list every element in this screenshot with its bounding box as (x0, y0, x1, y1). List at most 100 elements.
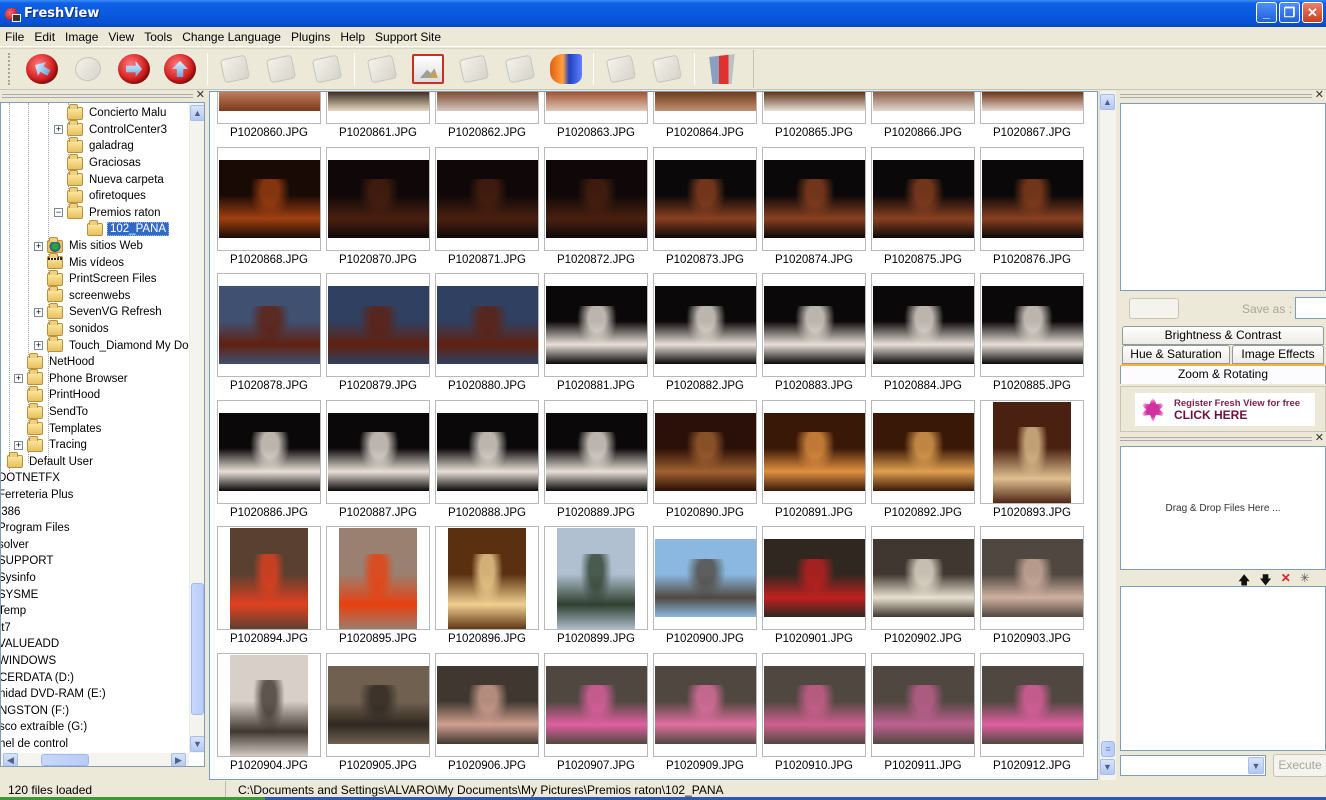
thumbnail-item[interactable]: P1020891.JPG (762, 399, 866, 526)
thumbnail-item[interactable]: P1020865.JPG (762, 92, 866, 146)
scroll-up-button[interactable]: ▲ (1100, 94, 1115, 110)
menu-image[interactable]: Image (60, 27, 103, 47)
thumbnail-frame[interactable] (326, 273, 430, 377)
thumbnail-frame[interactable] (653, 652, 757, 757)
tree-item[interactable]: Mis vídeos (47, 253, 126, 271)
thumbnail-item[interactable]: P1020886.JPG (217, 399, 321, 526)
thumbnail-frame[interactable] (544, 146, 648, 251)
move-to-folder-button[interactable] (451, 50, 497, 88)
thumbnail-item[interactable]: P1020884.JPG (871, 273, 975, 399)
tree-item[interactable]: Temp (1, 603, 28, 620)
menu-file[interactable]: File (0, 27, 29, 47)
register-banner[interactable]: Register Fresh View for free CLICK HERE (1120, 386, 1326, 432)
tree-item[interactable]: Default User (7, 452, 95, 471)
tree-item[interactable]: Program Files (1, 520, 72, 537)
tree-item[interactable]: + ControlCenter3 (54, 120, 169, 139)
tree-item[interactable]: + Mis sitios Web (34, 236, 145, 255)
thumbnail-frame[interactable] (762, 652, 866, 757)
thumbnail-item[interactable]: P1020904.JPG (217, 652, 321, 779)
thumbnail-item[interactable]: P1020906.JPG (435, 652, 539, 779)
thumbnail-frame[interactable] (653, 92, 757, 124)
file-queue-list[interactable] (1120, 586, 1326, 751)
close-panel-icon[interactable]: ✕ (1315, 88, 1324, 101)
thumbnail-frame[interactable] (217, 652, 321, 757)
action-select[interactable]: ▼ (1120, 755, 1266, 776)
invert-selection-button[interactable] (644, 50, 690, 88)
tree-item[interactable]: sco extraíble (G:) (1, 719, 89, 736)
tree-item[interactable]: screenwebs (47, 286, 132, 305)
thumbnail-item[interactable]: P1020894.JPG (217, 526, 321, 652)
tab-hue-saturation[interactable]: Hue & Saturation (1122, 345, 1230, 364)
thumbnail-item[interactable]: P1020864.JPG (653, 92, 757, 146)
thumbnail-item[interactable]: P1020899.JPG (544, 526, 648, 652)
thumbnail-item[interactable]: P1020889.JPG (544, 399, 648, 526)
back-button[interactable] (19, 50, 65, 88)
refresh-button[interactable] (111, 50, 157, 88)
thumbnail-frame[interactable] (544, 526, 648, 630)
thumbnail-frame[interactable] (980, 273, 1084, 377)
thumbnail-frame[interactable] (326, 92, 430, 124)
thumbnail-frame[interactable] (653, 146, 757, 251)
thumbnail-frame[interactable] (435, 652, 539, 757)
thumbnail-item[interactable]: P1020890.JPG (653, 399, 757, 526)
thumbnail-frame[interactable] (762, 526, 866, 630)
thumbnail-frame[interactable] (762, 92, 866, 124)
thumbnail-item[interactable]: P1020900.JPG (653, 526, 757, 652)
tree-item[interactable]: NetHood (27, 352, 96, 371)
menu-edit[interactable]: Edit (29, 27, 60, 47)
thumbnail-item[interactable]: P1020885.JPG (980, 273, 1084, 399)
tree-item[interactable]: sonidos (47, 319, 111, 338)
toolbar-grip[interactable] (8, 53, 11, 85)
thumbnail-item[interactable]: P1020876.JPG (980, 146, 1084, 273)
thumbnail-vertical-scrollbar[interactable]: ▲ ≡ ▼ (1099, 91, 1116, 780)
tree-item[interactable]: + Phone Browser (14, 369, 130, 388)
tree-item[interactable]: tt7 (1, 620, 13, 637)
thumbnail-frame[interactable] (871, 526, 975, 630)
tree-item[interactable]: + SevenVG Refresh (34, 302, 164, 321)
paste-button[interactable] (304, 50, 350, 88)
thumbnail-frame[interactable] (980, 399, 1084, 504)
menu-change-language[interactable]: Change Language (177, 27, 286, 47)
execute-button[interactable]: Execute (1273, 754, 1326, 777)
slideshow-button[interactable] (405, 50, 451, 88)
tree-item[interactable]: SYSME (1, 586, 40, 603)
expand-icon[interactable]: + (34, 241, 43, 251)
delete-button[interactable] (359, 50, 405, 88)
thumbnail-item[interactable]: P1020862.JPG (435, 92, 539, 146)
thumbnail-item[interactable]: P1020892.JPG (871, 399, 975, 526)
expand-icon[interactable]: + (34, 307, 43, 317)
tree-item[interactable]: SendTo (27, 402, 90, 421)
scroll-down-button[interactable]: ▼ (190, 736, 204, 752)
thumbnail-frame[interactable] (653, 526, 757, 630)
thumbnail-item[interactable]: P1020879.JPG (326, 273, 430, 399)
menu-support-site[interactable]: Support Site (370, 27, 446, 47)
tree-item[interactable]: PrintScreen Files (47, 269, 159, 288)
thumbnail-frame[interactable] (762, 146, 866, 251)
thumbnail-item[interactable]: P1020895.JPG (326, 526, 430, 652)
thumbnail-item[interactable]: P1020873.JPG (653, 146, 757, 273)
drop-zone[interactable]: Drag & Drop Files Here ... (1120, 446, 1326, 570)
thumbnail-frame[interactable] (435, 399, 539, 504)
thumbnail-item[interactable]: P1020870.JPG (326, 146, 430, 273)
thumbnail-item[interactable]: P1020860.JPG (217, 92, 321, 146)
save-as-input[interactable] (1295, 297, 1326, 319)
tree-item[interactable]: I386 (1, 503, 22, 520)
thumbnail-frame[interactable] (217, 92, 321, 124)
thumbnail-item[interactable]: P1020909.JPG (653, 652, 757, 779)
thumbnail-frame[interactable] (217, 399, 321, 504)
thumbnail-frame[interactable] (326, 652, 430, 757)
thumbnail-frame[interactable] (435, 146, 539, 251)
thumbnail-frame[interactable] (871, 399, 975, 504)
up-button[interactable] (157, 50, 203, 88)
tree-vertical-scrollbar[interactable]: ▲ ▼ (189, 103, 204, 753)
thumbnail-item[interactable]: P1020880.JPG (435, 273, 539, 399)
collapse-icon[interactable]: − (54, 208, 63, 218)
thumbnail-frame[interactable] (980, 92, 1084, 124)
panel-grip[interactable] (1120, 94, 1312, 98)
close-panel-icon[interactable]: ✕ (1315, 431, 1324, 444)
thumbnail-item[interactable]: P1020872.JPG (544, 146, 648, 273)
tree-horizontal-scrollbar[interactable]: ◀ ▶ (1, 753, 189, 766)
thumbnail-frame[interactable] (544, 652, 648, 757)
expand-icon[interactable]: + (54, 125, 63, 135)
thumbnail-item[interactable]: P1020903.JPG (980, 526, 1084, 652)
